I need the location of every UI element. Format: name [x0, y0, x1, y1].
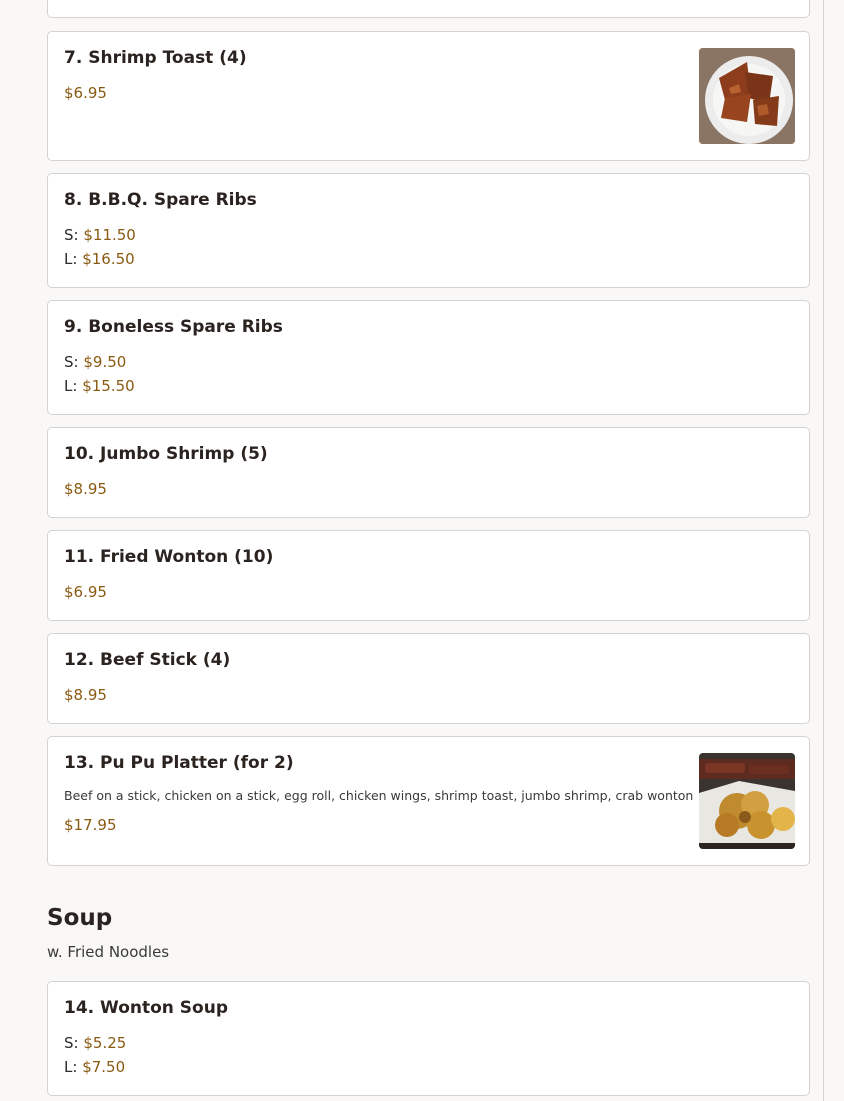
menu-item-price: $8.95 — [64, 686, 107, 704]
menu-item-name: Wonton Soup — [100, 998, 228, 1018]
menu-item-small-price-line: S: $5.25 — [64, 1034, 126, 1052]
menu-item-small-price-line: S: $11.50 — [64, 226, 136, 244]
menu-item-price-line: $6.95 — [64, 583, 107, 601]
menu-item-title: 12. Beef Stick (4) — [64, 650, 230, 670]
menu-item-number: 7. — [64, 48, 83, 68]
menu-item-title: 9. Boneless Spare Ribs — [64, 317, 283, 337]
pu-pu-platter-photo — [699, 753, 795, 849]
size-label-large: L: — [64, 377, 78, 395]
menu-item-title: 14. Wonton Soup — [64, 998, 228, 1018]
menu-item-price-line: $17.95 — [64, 816, 117, 834]
menu-item-name: B.B.Q. Spare Ribs — [88, 190, 257, 210]
menu-item-number: 12. — [64, 650, 95, 670]
menu-item-number: 9. — [64, 317, 83, 337]
menu-item-card[interactable]: 8. B.B.Q. Spare Ribs S: $11.50 L: $16.50 — [47, 173, 810, 288]
menu-item-large-price-line: L: $15.50 — [64, 377, 135, 395]
menu-item-price-line: $6.95 — [64, 84, 107, 102]
menu-item-number: 10. — [64, 444, 95, 464]
size-label-large: L: — [64, 1058, 78, 1076]
menu-item-name: Boneless Spare Ribs — [88, 317, 283, 337]
shrimp-toast-photo — [699, 48, 795, 144]
menu-viewport: 7. Shrimp Toast (4) $6.95 8. B.B.Q. Spar… — [0, 0, 844, 1101]
menu-item-small-price-line: S: $9.50 — [64, 353, 126, 371]
menu-item-small-price: $9.50 — [83, 353, 127, 371]
content-right-divider — [823, 0, 824, 1101]
menu-item-description: Beef on a stick, chicken on a stick, egg… — [64, 788, 694, 803]
menu-item-name: Fried Wonton (10) — [100, 547, 274, 567]
menu-item-name: Pu Pu Platter (for 2) — [100, 753, 294, 773]
menu-item-price: $6.95 — [64, 84, 107, 102]
menu-item-price: $8.95 — [64, 480, 107, 498]
section-title: Soup — [47, 905, 113, 931]
menu-item-number: 11. — [64, 547, 95, 567]
menu-item-title: 7. Shrimp Toast (4) — [64, 48, 247, 68]
menu-item-price: $17.95 — [64, 816, 117, 834]
menu-item-title: 11. Fried Wonton (10) — [64, 547, 273, 567]
size-label-small: S: — [64, 1034, 79, 1052]
menu-item-name: Jumbo Shrimp (5) — [100, 444, 268, 464]
menu-item-price-line: $8.95 — [64, 686, 107, 704]
menu-item-card-previous[interactable] — [47, 0, 810, 18]
menu-item-card[interactable]: 11. Fried Wonton (10) $6.95 — [47, 530, 810, 621]
menu-item-large-price: $7.50 — [82, 1058, 126, 1076]
menu-item-card[interactable]: 9. Boneless Spare Ribs S: $9.50 L: $15.5… — [47, 300, 810, 415]
menu-item-name: Beef Stick (4) — [100, 650, 231, 670]
menu-item-title: 10. Jumbo Shrimp (5) — [64, 444, 268, 464]
menu-item-small-price: $5.25 — [83, 1034, 127, 1052]
menu-item-number: 8. — [64, 190, 83, 210]
menu-item-card[interactable]: 14. Wonton Soup S: $5.25 L: $7.50 — [47, 981, 810, 1096]
section-subtitle: w. Fried Noodles — [47, 943, 170, 961]
size-label-small: S: — [64, 353, 79, 371]
size-label-large: L: — [64, 250, 78, 268]
size-label-small: S: — [64, 226, 79, 244]
menu-item-card[interactable]: 12. Beef Stick (4) $8.95 — [47, 633, 810, 724]
menu-item-large-price-line: L: $7.50 — [64, 1058, 125, 1076]
menu-item-small-price: $11.50 — [83, 226, 136, 244]
menu-item-large-price: $15.50 — [82, 377, 135, 395]
menu-item-number: 14. — [64, 998, 95, 1018]
menu-item-title: 8. B.B.Q. Spare Ribs — [64, 190, 257, 210]
menu-item-price: $6.95 — [64, 583, 107, 601]
menu-item-large-price-line: L: $16.50 — [64, 250, 135, 268]
menu-item-title: 13. Pu Pu Platter (for 2) — [64, 753, 294, 773]
menu-item-number: 13. — [64, 753, 95, 773]
menu-item-price-line: $8.95 — [64, 480, 107, 498]
menu-item-card[interactable]: 10. Jumbo Shrimp (5) $8.95 — [47, 427, 810, 518]
menu-item-card[interactable]: 13. Pu Pu Platter (for 2) Beef on a stic… — [47, 736, 810, 866]
menu-item-large-price: $16.50 — [82, 250, 135, 268]
menu-item-name: Shrimp Toast (4) — [88, 48, 247, 68]
menu-item-card[interactable]: 7. Shrimp Toast (4) $6.95 — [47, 31, 810, 161]
